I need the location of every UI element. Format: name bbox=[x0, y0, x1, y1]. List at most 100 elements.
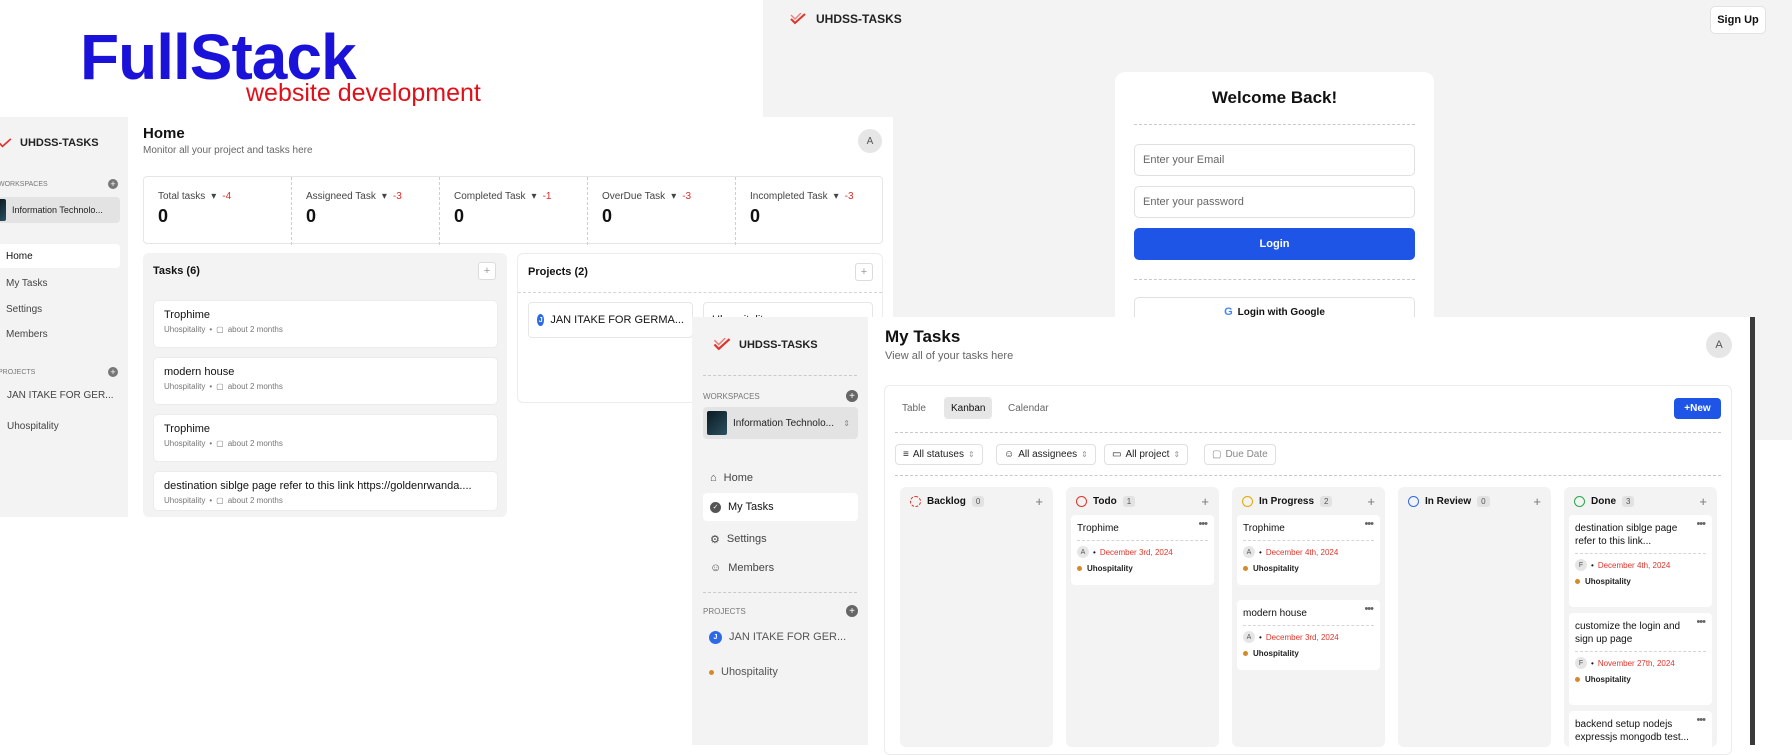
add-card-icon[interactable]: + bbox=[1699, 494, 1707, 509]
add-card-icon[interactable]: + bbox=[1201, 494, 1209, 509]
sidebar-project-uhospitality[interactable]: Uhospitality bbox=[709, 664, 778, 680]
project-card[interactable]: J JAN ITAKE FOR GERMA... bbox=[528, 302, 693, 338]
scrollbar[interactable] bbox=[1750, 317, 1755, 745]
divider bbox=[1077, 540, 1208, 541]
project-dot-icon bbox=[1575, 579, 1580, 584]
workspace-thumbnail bbox=[707, 411, 727, 435]
add-workspace-icon[interactable]: + bbox=[846, 390, 858, 402]
sidebar-item-home[interactable]: ⌂ Home bbox=[703, 467, 858, 489]
caret-down-icon[interactable]: ▾ bbox=[671, 191, 676, 202]
sidebar-item-label: Home bbox=[723, 472, 753, 484]
sidebar-item-members[interactable]: Members bbox=[6, 326, 48, 342]
add-project-icon[interactable]: + bbox=[108, 367, 118, 377]
more-options-icon[interactable]: ••• bbox=[1696, 616, 1706, 628]
add-task-icon[interactable]: + bbox=[478, 262, 496, 280]
add-workspace-icon[interactable]: + bbox=[108, 179, 118, 189]
sidebar-item-home[interactable]: Home bbox=[0, 244, 120, 268]
avatar[interactable]: A bbox=[858, 129, 882, 153]
in-review-status-icon bbox=[1408, 496, 1419, 507]
sidebar-brand[interactable]: UHDSS-TASKS bbox=[713, 338, 818, 351]
due-date-filter[interactable]: ▢ Due Date bbox=[1204, 444, 1276, 465]
calendar-icon: ▢ bbox=[216, 325, 224, 334]
tab-calendar[interactable]: Calendar bbox=[1001, 397, 1056, 419]
project-name: JAN ITAKE FOR GERMA... bbox=[550, 314, 684, 326]
tab-kanban[interactable]: Kanban bbox=[944, 397, 993, 419]
list-icon: ≡ bbox=[903, 449, 909, 460]
check-circle-icon: ✓ bbox=[710, 501, 721, 513]
sidebar-brand[interactable]: UHDSS-TASKS bbox=[0, 137, 99, 149]
sidebar-item-label: Members bbox=[728, 562, 775, 574]
signup-button[interactable]: Sign Up bbox=[1710, 6, 1766, 34]
card-project: Uhospitality bbox=[1253, 649, 1299, 658]
filter-label: Due Date bbox=[1225, 449, 1268, 460]
kanban-card[interactable]: Trophime ••• A • December 3rd, 2024 Uhospi… bbox=[1071, 515, 1214, 585]
task-card[interactable]: Trophime Uhospitality • ▢ about 2 months bbox=[153, 414, 498, 462]
sidebar-project-uhospitality[interactable]: Uhospitality bbox=[7, 418, 59, 434]
due-date: December 4th, 2024 bbox=[1265, 547, 1339, 557]
task-project: Uhospitality bbox=[164, 382, 206, 391]
add-project-icon[interactable]: + bbox=[846, 605, 858, 617]
kanban-card[interactable]: Trophime ••• A • December 4th, 2024 Uhospi… bbox=[1237, 515, 1380, 585]
divider bbox=[1243, 625, 1374, 626]
caret-down-icon[interactable]: ▾ bbox=[211, 191, 216, 202]
workspace-select[interactable]: Information Technolo... ⇕ bbox=[703, 407, 858, 439]
google-login-label: Login with Google bbox=[1237, 306, 1325, 318]
done-status-icon bbox=[1574, 496, 1585, 507]
more-options-icon[interactable]: ••• bbox=[1364, 518, 1374, 530]
more-options-icon[interactable]: ••• bbox=[1696, 714, 1706, 726]
sidebar-item-settings[interactable]: ⚙ Settings bbox=[703, 528, 858, 550]
caret-down-icon[interactable]: ▾ bbox=[382, 191, 387, 202]
task-card[interactable]: destination siblge page refer to this li… bbox=[153, 471, 498, 511]
sidebar-item-my-tasks[interactable]: My Tasks bbox=[6, 275, 48, 291]
due-date: December 3rd, 2024 bbox=[1099, 547, 1173, 557]
caret-down-icon[interactable]: ▾ bbox=[532, 191, 537, 202]
caret-down-icon[interactable]: ▾ bbox=[834, 191, 839, 202]
sidebar-project-jan[interactable]: JAN ITAKE FOR GER... bbox=[7, 387, 114, 403]
password-field[interactable]: Enter your password bbox=[1134, 186, 1415, 218]
sidebar-project-jan[interactable]: J JAN ITAKE FOR GER... bbox=[709, 629, 846, 645]
task-project: Uhospitality bbox=[164, 439, 206, 448]
add-card-icon[interactable]: + bbox=[1533, 494, 1541, 509]
stat-value: 0 bbox=[602, 206, 613, 226]
workspace-select[interactable]: Information Technolo... bbox=[0, 197, 120, 223]
login-brand[interactable]: UHDSS-TASKS bbox=[790, 12, 902, 26]
workspaces-label: WORKSPACES bbox=[703, 392, 760, 401]
task-card[interactable]: modern house Uhospitality • ▢ about 2 month… bbox=[153, 357, 498, 405]
column-title: Done bbox=[1591, 496, 1616, 507]
status-filter[interactable]: ≡ All statuses ⇕ bbox=[895, 444, 983, 465]
projects-label: PROJECTS bbox=[703, 607, 746, 616]
more-options-icon[interactable]: ••• bbox=[1364, 603, 1374, 615]
kanban-card[interactable]: customize the login and sign up page •••… bbox=[1569, 613, 1712, 705]
assignee-filter[interactable]: ☺ All assignees ⇕ bbox=[996, 444, 1096, 465]
add-card-icon[interactable]: + bbox=[1367, 494, 1375, 509]
filter-label: All statuses bbox=[912, 449, 964, 460]
avatar[interactable]: A bbox=[1706, 332, 1732, 358]
task-card[interactable]: Trophime Uhospitality • ▢ about 2 months bbox=[153, 300, 498, 348]
logo-check-icon bbox=[713, 338, 731, 351]
sidebar-item-members[interactable]: ☺ Members bbox=[703, 557, 858, 579]
tasks-panel-title: Tasks (6) bbox=[153, 265, 200, 277]
tab-table[interactable]: Table bbox=[895, 397, 933, 419]
page-title: Home bbox=[143, 125, 185, 142]
card-project: Uhospitality bbox=[1087, 564, 1133, 573]
workspaces-label: WORKSPACES bbox=[0, 181, 48, 188]
tasks-panel: Tasks (6) + Trophime Uhospitality • ▢ about… bbox=[143, 253, 507, 517]
login-button[interactable]: Login bbox=[1134, 228, 1415, 260]
more-options-icon[interactable]: ••• bbox=[1696, 518, 1706, 530]
kanban-column-in-review: In Review 0 + bbox=[1398, 487, 1551, 747]
sidebar-item-settings[interactable]: Settings bbox=[6, 301, 42, 317]
project-filter[interactable]: ▭ All project ⇕ bbox=[1104, 444, 1189, 465]
chevron-updown-icon: ⇕ bbox=[843, 418, 850, 428]
logo-check-icon bbox=[790, 13, 806, 25]
email-field[interactable]: Enter your Email bbox=[1134, 144, 1415, 176]
add-project-icon[interactable]: + bbox=[855, 263, 873, 281]
kanban-card[interactable]: destination siblge page refer to this li… bbox=[1569, 515, 1712, 607]
kanban-card[interactable]: modern house ••• A • December 3rd, 2024 Uh… bbox=[1237, 600, 1380, 670]
add-card-icon[interactable]: + bbox=[1035, 494, 1043, 509]
kanban-card[interactable]: backend setup nodejs expressjs mongodb t… bbox=[1569, 711, 1712, 751]
new-task-button[interactable]: + New bbox=[1674, 398, 1721, 419]
task-name: modern house bbox=[164, 366, 235, 378]
more-options-icon[interactable]: ••• bbox=[1198, 518, 1208, 530]
sidebar-item-my-tasks[interactable]: ✓ My Tasks bbox=[703, 493, 858, 521]
stat-value: 0 bbox=[306, 206, 317, 226]
